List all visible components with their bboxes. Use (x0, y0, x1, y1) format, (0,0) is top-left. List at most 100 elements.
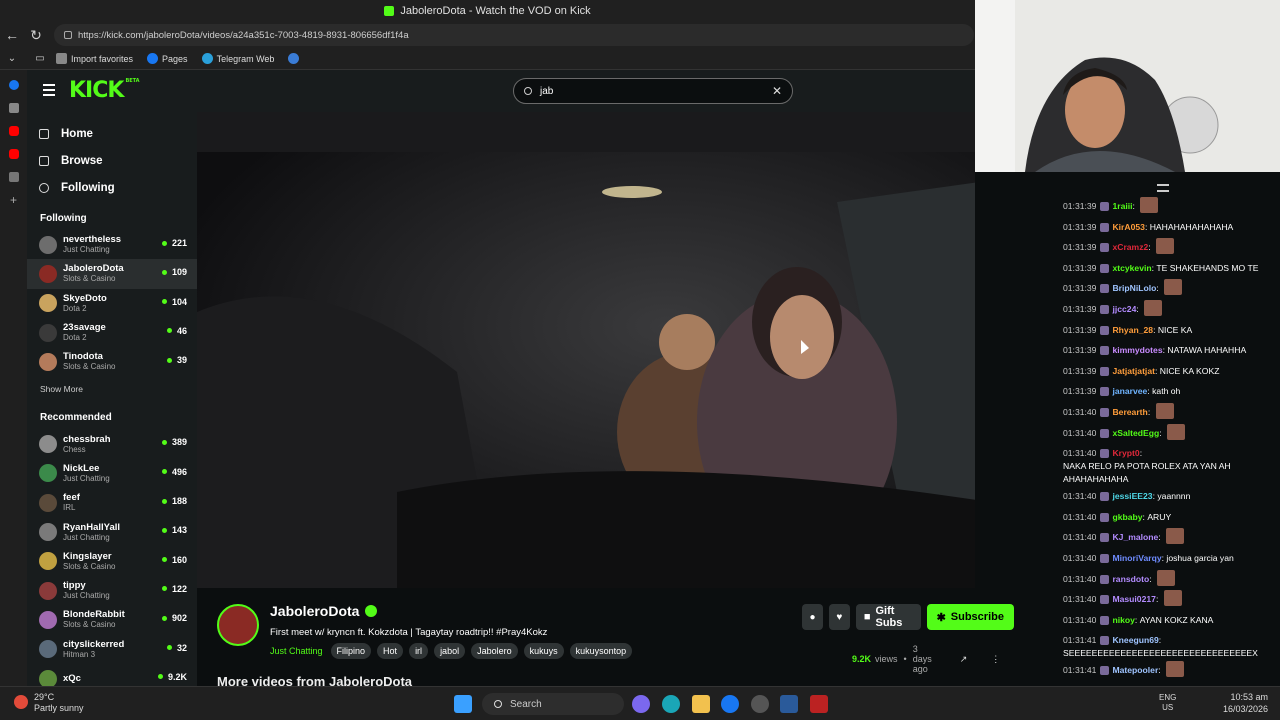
edge-icon[interactable] (662, 695, 680, 713)
chat-username[interactable]: Masui0217 (1112, 593, 1155, 606)
clock[interactable]: 10:53 am 16/03/2026 (1223, 691, 1268, 715)
address-bar[interactable]: https://kick.com/jaboleroDota/videos/a24… (54, 24, 974, 46)
menu-icon[interactable] (43, 84, 55, 99)
viewer-number: 143 (171, 525, 187, 536)
tab-actions-icon[interactable]: ▭ (28, 47, 52, 71)
video-age: 3 days ago (912, 644, 932, 674)
channel-item[interactable]: 23savage Dota 2 46 (27, 318, 197, 347)
channel-item[interactable]: cityslickerred Hitman 3 32 (27, 635, 197, 664)
channel-item[interactable]: feef IRL 188 (27, 488, 197, 517)
channel-item[interactable]: RyanHallYall Just Chatting 143 (27, 517, 197, 546)
collapse-chevron-icon[interactable]: ⌄ (0, 47, 24, 71)
gift-subs-button[interactable]: ■ Gift Subs (855, 604, 921, 630)
channel-item[interactable]: NickLee Just Chatting 496 (27, 459, 197, 488)
chat-username[interactable]: Kneegun69 (1112, 634, 1158, 647)
category-link[interactable]: Just Chatting (270, 646, 323, 656)
back-arrow-icon[interactable]: ← (0, 23, 24, 47)
channel-text: RyanHallYall Just Chatting (63, 522, 120, 543)
taskbar-search[interactable]: Search (482, 693, 624, 715)
language-indicator[interactable]: ENG US (1159, 693, 1176, 713)
video-player[interactable] (197, 112, 975, 588)
clear-search-icon[interactable]: ✕ (772, 84, 782, 98)
heart-icon[interactable]: ♥ (828, 604, 850, 630)
weather-widget[interactable]: 29°C Partly sunny (14, 692, 84, 714)
audio-icon[interactable] (8, 103, 19, 113)
chat-username[interactable]: 1raiii (1112, 200, 1132, 213)
taskbar: 29°C Partly sunny Search ENG US 10:53 am … (0, 686, 1280, 720)
channel-item[interactable]: Kingslayer Slots & Casino 160 (27, 547, 197, 576)
live-dot-icon (161, 299, 167, 305)
chat-username[interactable]: MinoriVarqy (1112, 552, 1161, 565)
favorite-telegram[interactable]: Telegram Web (201, 53, 274, 64)
chat-username[interactable]: jessiEE23 (1112, 490, 1152, 503)
emote-icon (1163, 590, 1182, 607)
chat-scroll-icon[interactable] (1157, 184, 1169, 192)
windows-start-icon[interactable] (454, 695, 472, 713)
subscribe-button[interactable]: ✱ Subscribe (926, 604, 1014, 630)
kick-logo[interactable]: KICK BETA (69, 78, 140, 103)
add-icon[interactable]: + (9, 194, 19, 206)
file-explorer-icon[interactable] (692, 695, 710, 713)
youtube-icon[interactable] (8, 126, 19, 136)
nav-home[interactable]: Home (39, 120, 197, 147)
bell-icon[interactable]: ● (802, 604, 823, 630)
chat-username[interactable]: BripNiLolo (1112, 282, 1156, 295)
favorite-extra[interactable] (288, 53, 303, 64)
tag-chip[interactable]: irl (409, 643, 429, 659)
more-options-icon[interactable]: ⋮ (991, 654, 1000, 665)
separator: • (903, 654, 907, 664)
chat-username[interactable]: ransdoto (1112, 573, 1149, 586)
chat-username[interactable]: xtcykevin (1112, 262, 1151, 275)
chat-username[interactable]: xSaltedEgg (1112, 427, 1159, 440)
viewer-number: 9.2K (167, 671, 187, 682)
tag-chip[interactable]: kukuysontop (569, 643, 633, 659)
channel-item[interactable]: JaboleroDota Slots & Casino 109 (27, 259, 197, 289)
chat-username[interactable]: jjcc24 (1112, 303, 1136, 316)
refresh-icon[interactable]: ↻ (24, 23, 48, 47)
tag-chip[interactable]: Hot (377, 643, 404, 659)
nav-browse[interactable]: Browse (39, 147, 197, 174)
chat-text: NATAWA HAHAHHA (1167, 345, 1247, 356)
chat-username[interactable]: Berearth (1112, 406, 1147, 419)
facebook-icon[interactable] (721, 695, 739, 713)
nav-following[interactable]: Following (39, 174, 197, 201)
favorite-import[interactable]: Import favorites (56, 53, 133, 64)
tag-chip[interactable]: kukuys (523, 643, 564, 659)
favorite-pages[interactable]: Pages (147, 53, 188, 64)
channel-item[interactable]: SkyeDoto Dota 2 104 (27, 289, 197, 318)
channel-avatar[interactable] (217, 604, 259, 646)
channel-item[interactable]: xQc 9.2K (27, 664, 197, 686)
obs-icon[interactable] (751, 695, 769, 713)
youtube-icon[interactable] (8, 149, 19, 159)
chat-username[interactable]: Rhyan_28 (1112, 324, 1153, 337)
channel-item[interactable]: BlondeRabbit Slots & Casino 902 (27, 605, 197, 634)
chat-username[interactable]: KirA053 (1112, 221, 1144, 234)
channel-name[interactable]: JaboleroDota (270, 603, 378, 619)
channel-item[interactable]: nevertheless Just Chatting 221 (27, 230, 197, 259)
chat-username[interactable]: Krypt0 (1112, 447, 1139, 460)
facebook-icon[interactable] (8, 80, 19, 90)
chat-username[interactable]: KJ_malone (1112, 531, 1158, 544)
channel-item[interactable]: chessbrah Chess 389 (27, 429, 197, 458)
chat-username[interactable]: Matepooler (1112, 664, 1158, 677)
tag-chip[interactable]: Jabolero (471, 643, 518, 659)
chat-username[interactable]: Jatjatjatjat (1112, 365, 1155, 378)
copilot-icon[interactable] (632, 695, 650, 713)
channel-name: JaboleroDota (63, 263, 124, 275)
search-input[interactable]: jab ✕ (513, 78, 793, 104)
chat-username[interactable]: janarvee (1112, 385, 1147, 398)
chat-username[interactable]: gkbaby (1112, 511, 1142, 524)
share-icon[interactable]: ↗ (960, 654, 968, 665)
show-more-link[interactable]: Show More (40, 384, 197, 394)
chat-username[interactable]: kimmydotes (1112, 344, 1162, 357)
chat-username[interactable]: xCramz2 (1112, 241, 1148, 254)
channel-item[interactable]: tippy Just Chatting 122 (27, 576, 197, 605)
chat-username[interactable]: nikoy (1112, 614, 1134, 627)
app-icon[interactable] (810, 695, 828, 713)
tag-chip[interactable]: Filipino (330, 643, 372, 659)
tag-chip[interactable]: jabol (434, 643, 466, 659)
chat-message: 01:31:40 MinoriVarqy: joshua garcia yan (1050, 548, 1280, 569)
vscode-icon[interactable] (780, 695, 798, 713)
channel-item[interactable]: Tinodota Slots & Casino 39 (27, 347, 197, 376)
speaker-icon[interactable] (8, 172, 19, 182)
